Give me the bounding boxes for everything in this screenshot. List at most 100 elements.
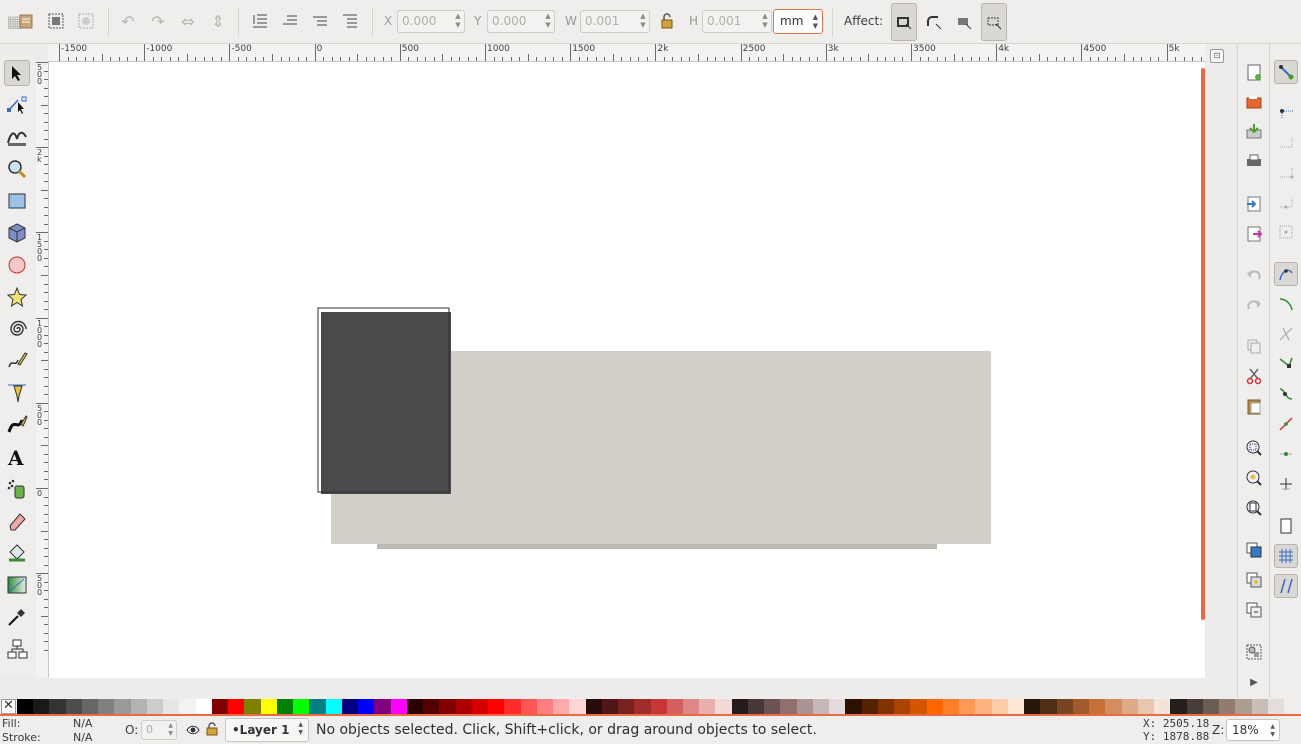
color-swatch[interactable] — [618, 699, 635, 714]
open-button[interactable] — [1242, 90, 1266, 114]
color-swatch[interactable] — [390, 699, 408, 714]
connector-tool[interactable] — [4, 636, 30, 662]
snap-page-border-button[interactable] — [1274, 514, 1298, 538]
affect-stroke-width-button[interactable] — [891, 3, 917, 41]
color-swatch[interactable] — [1186, 699, 1204, 714]
deselect-icon[interactable] — [76, 11, 96, 31]
color-swatch[interactable] — [1007, 699, 1025, 714]
color-swatch[interactable] — [569, 699, 587, 714]
color-swatch[interactable] — [877, 699, 895, 714]
color-swatch[interactable] — [894, 699, 911, 714]
color-swatch[interactable] — [991, 699, 1009, 714]
layer-lock-icon[interactable] — [206, 722, 218, 736]
color-swatch[interactable] — [1121, 699, 1139, 714]
color-swatch[interactable] — [1202, 699, 1220, 714]
snap-bbox-corner-button[interactable] — [1274, 160, 1298, 184]
color-swatch[interactable] — [1251, 699, 1269, 714]
snap-grid-button[interactable] — [1274, 544, 1298, 568]
color-swatch[interactable] — [715, 699, 733, 714]
color-swatch[interactable] — [1024, 699, 1041, 714]
layer-visibility-eye-icon[interactable] — [186, 723, 200, 737]
color-swatch[interactable] — [163, 699, 180, 714]
unlink-clone-button[interactable] — [1242, 598, 1266, 622]
eraser-tool[interactable] — [4, 508, 30, 534]
copy-button[interactable] — [1242, 334, 1266, 358]
color-swatch[interactable] — [406, 699, 424, 714]
save-button[interactable] — [1242, 119, 1266, 143]
zoom-drawing-button[interactable] — [1242, 466, 1266, 490]
redo-button[interactable] — [1242, 293, 1266, 317]
new-document-button[interactable] — [1242, 60, 1266, 84]
color-swatch[interactable] — [309, 699, 327, 714]
snap-bbox-edge-button[interactable] — [1274, 130, 1298, 154]
snap-bbox-center-button[interactable] — [1274, 220, 1298, 244]
color-swatch[interactable] — [731, 699, 749, 714]
color-swatch[interactable] — [1154, 699, 1171, 714]
zoom-input[interactable]: 18% ▲ ▼ — [1226, 719, 1280, 741]
color-swatch[interactable] — [211, 699, 229, 714]
color-swatch[interactable] — [455, 699, 473, 714]
color-swatch[interactable] — [520, 699, 538, 714]
color-swatch[interactable] — [536, 699, 554, 714]
color-swatch[interactable] — [17, 699, 34, 714]
color-swatch[interactable] — [699, 699, 716, 714]
spin-arrows-icon[interactable]: ▲ ▼ — [544, 12, 552, 31]
color-swatch[interactable] — [1089, 699, 1106, 714]
paint-bucket-tool[interactable] — [4, 540, 30, 566]
color-swatch[interactable] — [374, 699, 392, 714]
color-swatch[interactable] — [439, 699, 457, 714]
color-swatch[interactable] — [49, 699, 67, 714]
current-layer-select[interactable]: •Layer 1 ▲ ▼ — [225, 718, 309, 742]
color-swatch[interactable] — [33, 699, 50, 714]
raise-icon[interactable] — [310, 11, 330, 31]
color-swatch[interactable] — [130, 699, 148, 714]
lower-to-bottom-icon[interactable] — [250, 11, 270, 31]
selector-tool[interactable] — [4, 60, 30, 86]
zoom-selection-button[interactable] — [1242, 436, 1266, 460]
rotate-ccw-icon[interactable]: ↶ — [118, 11, 138, 31]
unit-select[interactable]: mm ▲ ▼ — [773, 9, 823, 34]
color-swatch[interactable] — [1056, 699, 1074, 714]
color-swatch[interactable] — [260, 699, 278, 714]
w-input[interactable]: 0.001 ▲ ▼ — [580, 10, 650, 33]
more-commands-icon[interactable]: ▶ — [1242, 670, 1266, 694]
opacity-input[interactable]: 0 ▲ ▼ — [141, 720, 177, 740]
rotate-cw-icon[interactable]: ↷ — [148, 11, 168, 31]
color-swatch[interactable] — [423, 699, 440, 714]
zoom-page-button[interactable] — [1242, 496, 1266, 520]
spin-arrows-icon[interactable]: ▲ ▼ — [639, 12, 647, 31]
lock-ratio-icon[interactable] — [657, 11, 677, 31]
color-swatch[interactable] — [65, 699, 83, 714]
color-swatch[interactable] — [650, 699, 668, 714]
snap-smooth-nodes-button[interactable] — [1274, 382, 1298, 406]
color-swatch[interactable] — [195, 699, 213, 714]
color-swatch[interactable] — [1072, 699, 1090, 714]
ellipse-tool[interactable] — [4, 252, 30, 278]
color-swatch[interactable] — [488, 699, 505, 714]
affect-gradients-button[interactable] — [951, 3, 977, 41]
color-swatch[interactable] — [1170, 699, 1188, 714]
raise-to-top-icon[interactable] — [340, 11, 360, 31]
color-swatch[interactable] — [1267, 699, 1285, 714]
color-swatch[interactable] — [926, 699, 944, 714]
spin-arrows-icon[interactable]: ▲ ▼ — [761, 12, 769, 31]
snap-nodes-button[interactable] — [1274, 262, 1298, 286]
lower-icon[interactable] — [280, 11, 300, 31]
color-swatch[interactable] — [682, 699, 700, 714]
spiral-tool[interactable] — [4, 316, 30, 342]
select-same-icon[interactable] — [46, 11, 66, 31]
import-button[interactable] — [1242, 192, 1266, 216]
color-swatch[interactable] — [780, 699, 798, 714]
spin-arrows-icon[interactable]: ▲ ▼ — [168, 722, 173, 738]
snap-intersections-button[interactable] — [1274, 322, 1298, 346]
duplicate-button[interactable] — [1242, 538, 1266, 562]
flip-vertical-icon[interactable]: ⇕ — [208, 11, 228, 31]
text-tool[interactable]: A — [4, 444, 30, 470]
cut-button[interactable] — [1242, 364, 1266, 388]
color-swatch[interactable] — [98, 699, 115, 714]
color-swatch[interactable] — [293, 699, 310, 714]
spin-arrows-icon[interactable]: ▲ ▼ — [1270, 723, 1275, 739]
calligraphy-tool[interactable] — [4, 412, 30, 438]
snap-paths-button[interactable] — [1274, 292, 1298, 316]
flip-horizontal-icon[interactable]: ⇔ — [178, 11, 198, 31]
